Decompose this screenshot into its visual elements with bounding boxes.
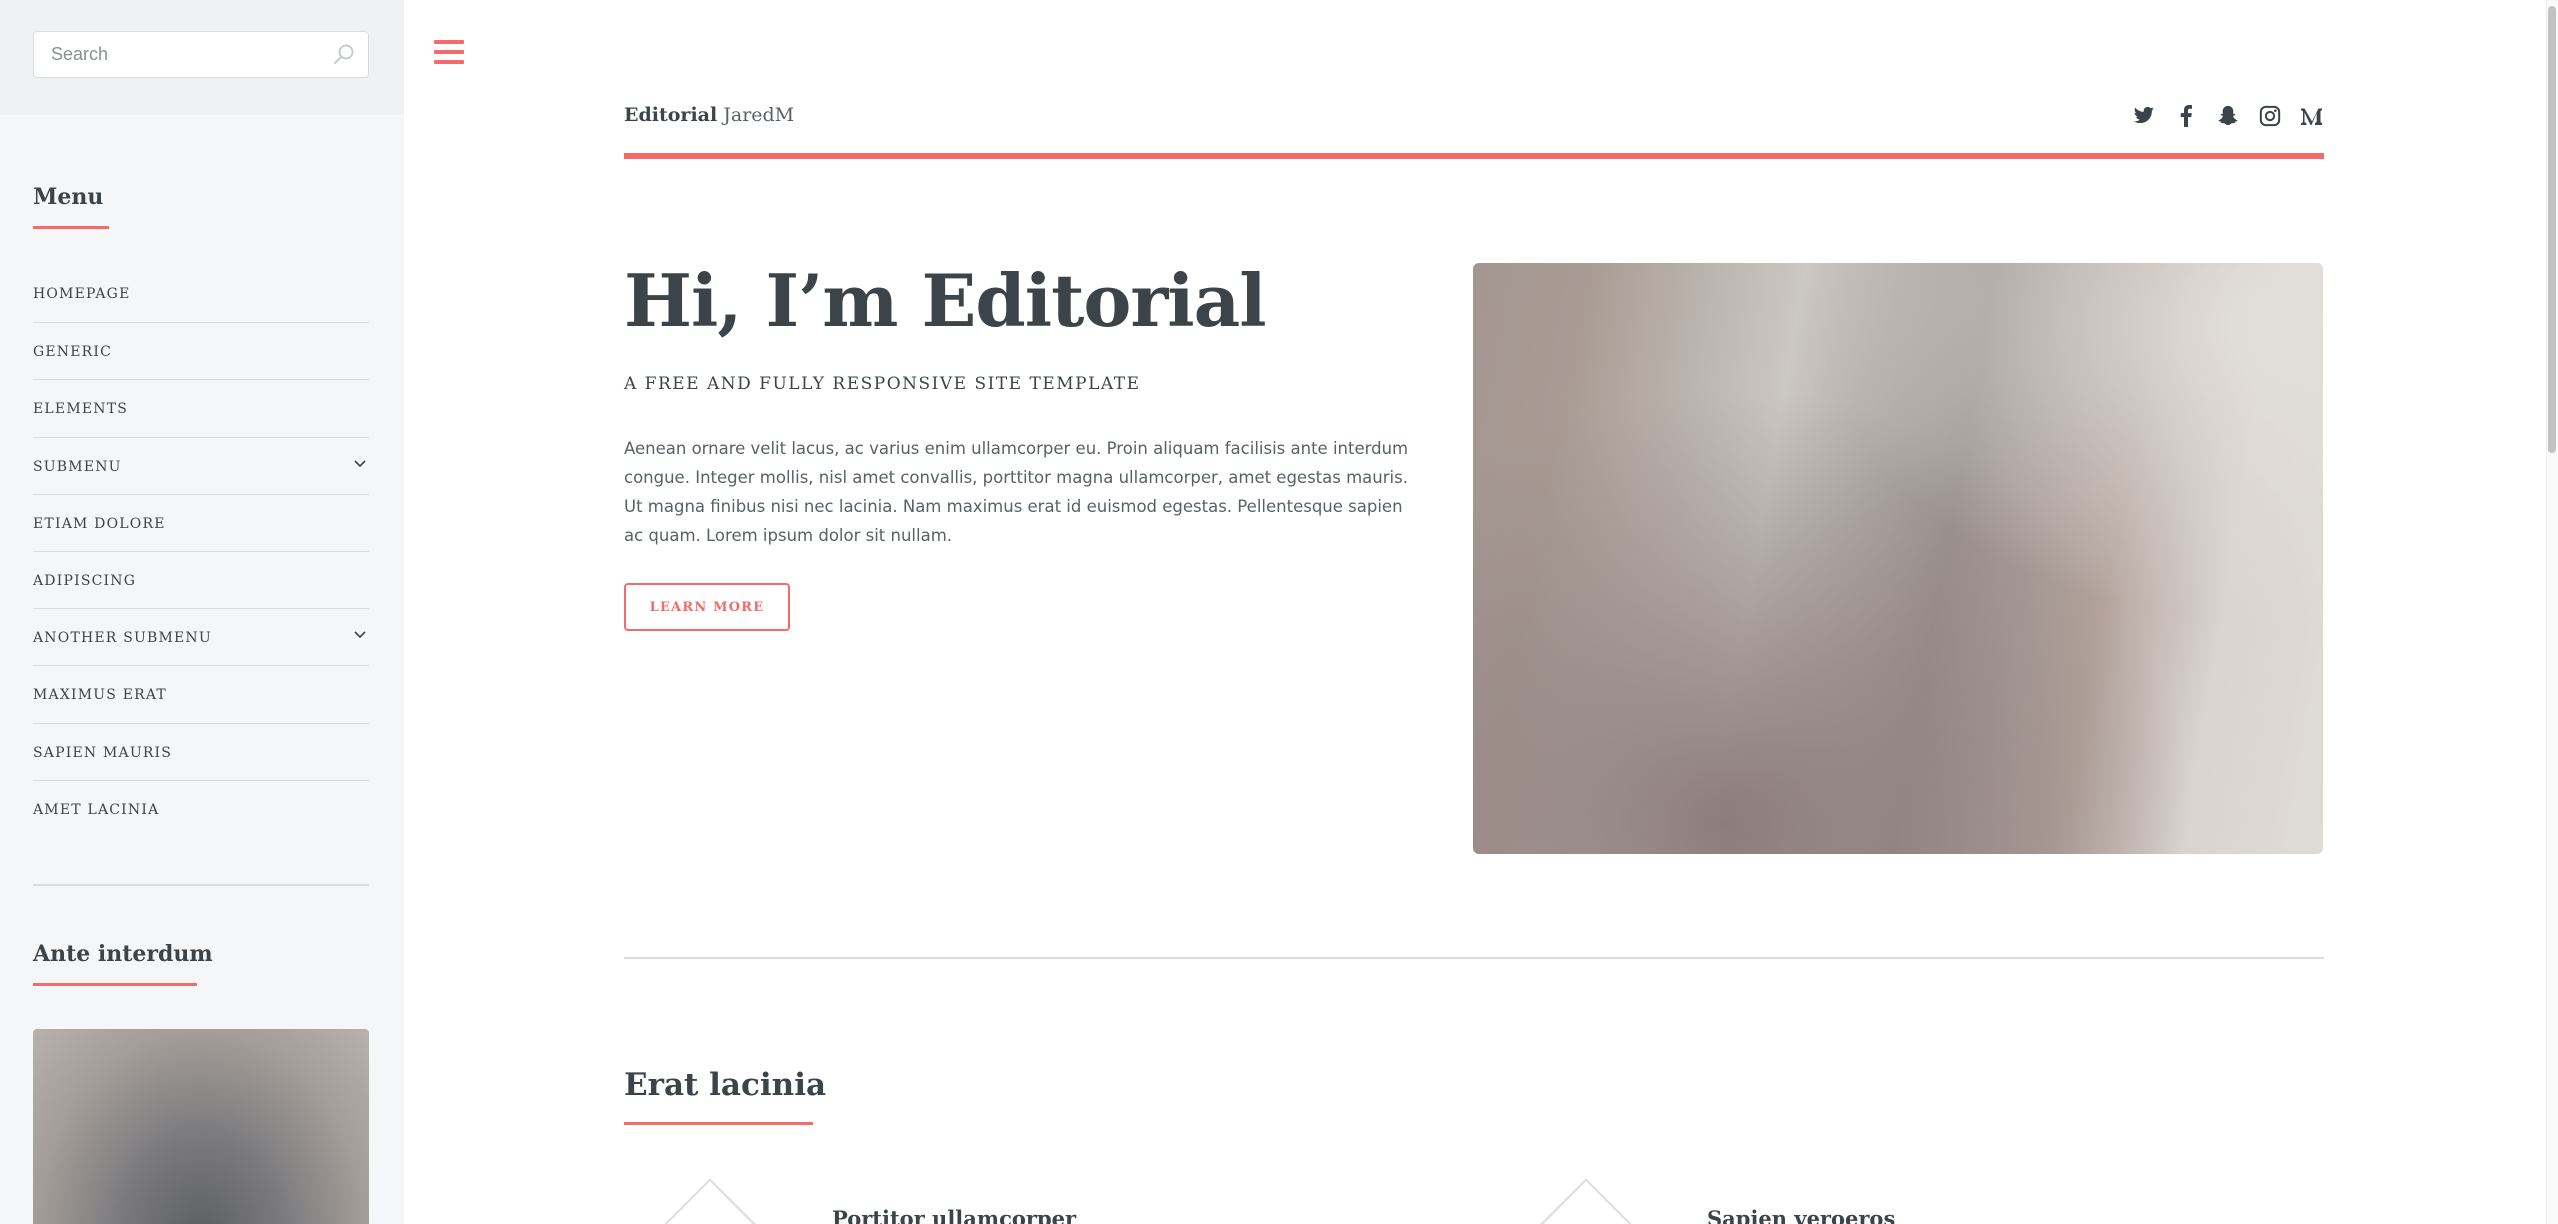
header-rule — [624, 153, 2324, 159]
logo-sub: JaredM — [723, 104, 795, 126]
sidebar-item-elements[interactable]: Elements — [33, 379, 369, 436]
search-input[interactable] — [34, 32, 314, 77]
feature-title: Portitor ullamcorper — [832, 1206, 1077, 1224]
sidebar-divider — [33, 884, 369, 886]
sidebar-item-homepage[interactable]: Homepage — [33, 265, 369, 322]
logo-bold: Editorial — [624, 104, 718, 126]
hero-image — [1473, 263, 2323, 854]
feature-icon-diamond — [1539, 1178, 1633, 1224]
feature-icon-diamond — [663, 1178, 757, 1224]
instagram-icon[interactable] — [2258, 104, 2282, 128]
hamburger-menu-icon[interactable] — [434, 40, 466, 68]
snapchat-icon[interactable] — [2216, 104, 2240, 128]
sidebar-item-adipiscing[interactable]: Adipiscing — [33, 550, 369, 608]
sidebar-item-maximus-erat[interactable]: Maximus Erat — [33, 665, 369, 722]
social-icons — [2132, 104, 2324, 128]
header: Editorial JaredM — [624, 100, 2324, 160]
sidebar-item-label: Amet Lacinia — [33, 801, 160, 818]
scrollbar-thumb[interactable] — [2548, 6, 2556, 453]
sidebar-item-label: Elements — [33, 401, 129, 418]
sidebar: Menu Homepage Generic Elements Submenu E… — [0, 0, 404, 1224]
sidebar-item-label: Generic — [33, 344, 113, 361]
logo[interactable]: Editorial JaredM — [624, 104, 794, 126]
sidebar-item-label: Another Submenu — [33, 630, 212, 647]
section-title: Erat lacinia — [624, 1067, 827, 1103]
hero-title: Hi, I’m Editorial — [624, 258, 1267, 343]
sidebar-image[interactable] — [33, 1029, 369, 1224]
sidebar-item-amet-lacinia[interactable]: Amet Lacinia — [33, 779, 369, 837]
hero-text: Aenean ornare velit lacus, ac varius eni… — [624, 439, 1409, 545]
sidebar-menu: Homepage Generic Elements Submenu Etiam … — [33, 265, 369, 837]
search-box — [33, 31, 369, 78]
search-section — [0, 0, 404, 115]
sidebar-item-label: Homepage — [33, 286, 131, 302]
search-icon[interactable] — [332, 43, 356, 67]
sidebar-item-sapien-mauris[interactable]: Sapien Mauris — [33, 722, 369, 780]
feature-title: Sapien veroeros — [1707, 1206, 1896, 1224]
sidebar-item-label: Submenu — [33, 458, 122, 475]
sidebar-item-generic[interactable]: Generic — [33, 322, 369, 379]
sidebar-item-etiam-dolore[interactable]: Etiam Dolore — [33, 493, 369, 551]
sidebar-item-submenu[interactable]: Submenu — [33, 436, 369, 494]
learn-more-button[interactable]: Learn More — [624, 583, 790, 631]
sidebar-item-label: Adipiscing — [33, 572, 137, 589]
menu-heading: Menu — [33, 184, 104, 210]
sidebar-item-label: Maximus Erat — [33, 687, 167, 704]
sidebar-item-label: Etiam Dolore — [33, 515, 166, 532]
medium-icon[interactable] — [2300, 104, 2324, 128]
twitter-icon[interactable] — [2132, 104, 2156, 128]
chevron-down-icon[interactable] — [353, 628, 367, 642]
sidebar-item-label: Sapien Mauris — [33, 744, 173, 761]
menu-heading-underline — [33, 226, 109, 229]
main-divider — [624, 957, 2324, 959]
sidebar-item-another-submenu[interactable]: Another Submenu — [33, 608, 369, 665]
ante-interdum-underline — [33, 983, 197, 986]
chevron-down-icon[interactable] — [353, 457, 367, 471]
facebook-icon[interactable] — [2174, 104, 2198, 128]
ante-interdum-heading: Ante interdum — [33, 941, 213, 967]
section-title-underline — [624, 1122, 813, 1125]
hero-subtitle: A free and fully responsive site templat… — [624, 374, 1141, 394]
